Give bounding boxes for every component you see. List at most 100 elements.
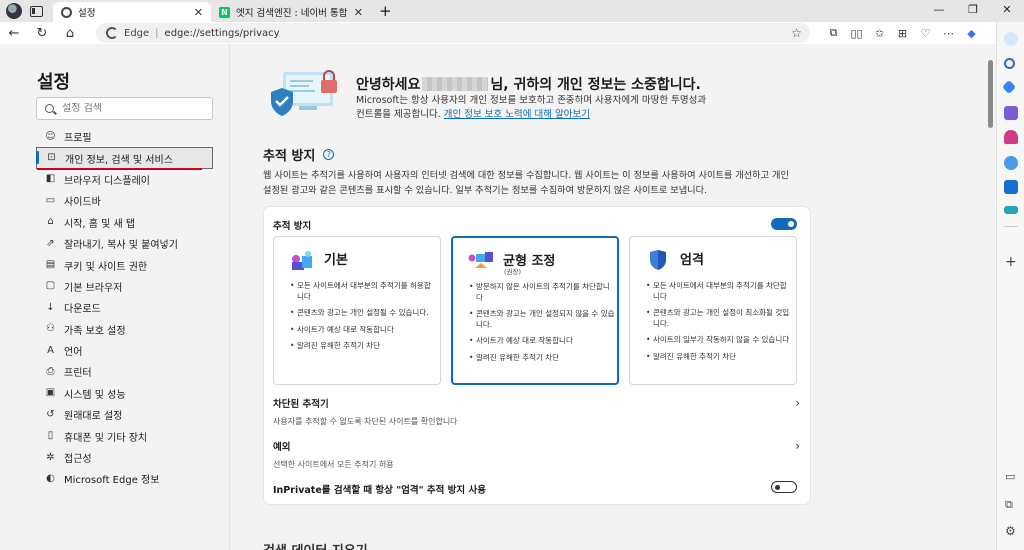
split-screen-icon[interactable]: ▯▯ bbox=[845, 27, 868, 40]
close-tab-icon[interactable]: ✕ bbox=[194, 6, 203, 19]
copilot-sidebar-icon[interactable] bbox=[1004, 32, 1018, 46]
sidebar-item-about[interactable]: ◐ Microsoft Edge 정보 bbox=[36, 468, 213, 489]
sidebar-item-phone[interactable]: ▯ 휴대폰 및 기타 장치 bbox=[36, 425, 213, 446]
option-bullet: 방문하지 않은 사이트의 추적기를 차단합니다 bbox=[469, 282, 615, 303]
favorites-icon[interactable]: ✩ bbox=[868, 27, 891, 40]
settings-title: 설정 bbox=[37, 72, 71, 93]
back-icon[interactable]: ← bbox=[0, 26, 28, 41]
copilot-icon[interactable]: ◆ bbox=[960, 27, 983, 40]
cookie-icon: ▤ bbox=[45, 259, 56, 271]
inprivate-strict-row: InPrivate를 검색할 때 항상 "엄격" 추적 방지 사용 bbox=[273, 482, 800, 496]
sidebar-item-accessibility[interactable]: ✲ 접근성 bbox=[36, 447, 213, 468]
tracking-option-basic[interactable]: 기본 모든 사이트에서 대부분의 추적기를 허용합니다 콘텐츠와 광고는 개인 … bbox=[273, 236, 441, 385]
option-bullet: 콘텐츠와 광고는 개인 설정될 수 있습니다. bbox=[290, 308, 436, 319]
shopping-icon[interactable] bbox=[1001, 79, 1017, 95]
sidebar-item-label: 언어 bbox=[64, 347, 83, 359]
tab-strip: 설정 ✕ N 엣지 검색엔진 : 네이버 통합검색 ✕ + — ❐ ✕ bbox=[0, 0, 1024, 22]
tab-title: 설정 bbox=[78, 8, 96, 19]
collections-icon[interactable]: ⊞ bbox=[891, 27, 914, 40]
blocked-trackers-row[interactable]: 차단된 추적기 사용자를 추적할 수 없도록 차단된 사이트를 확인합니다 › bbox=[273, 396, 800, 427]
outlook-icon[interactable] bbox=[1004, 180, 1018, 194]
row-description: 사용자를 추적할 수 없도록 차단된 사이트를 확인합니다 bbox=[273, 417, 458, 426]
settings-content: 안녕하세요 님, 귀하의 개인 정보는 소중합니다. Microsoft는 항상… bbox=[231, 44, 988, 550]
download-icon: ↓ bbox=[46, 301, 55, 313]
close-window-icon[interactable]: ✕ bbox=[990, 0, 1024, 22]
tab-title: 엣지 검색엔진 : 네이버 통합검색 bbox=[236, 8, 348, 19]
sidebar-item-sidebar[interactable]: ▭ 사이드바 bbox=[36, 190, 213, 211]
appearance-icon: ◧ bbox=[45, 173, 56, 185]
inprivate-strict-toggle[interactable] bbox=[771, 481, 797, 493]
search-icon[interactable] bbox=[1004, 58, 1015, 69]
more-menu-icon[interactable]: ⋯ bbox=[937, 27, 960, 40]
option-bullet: 사이트의 일부가 작동하지 않을 수 있습니다 bbox=[646, 335, 792, 346]
games-icon[interactable] bbox=[1004, 130, 1018, 144]
sidebar-item-printers[interactable]: ⎙ 프린터 bbox=[36, 361, 213, 382]
sidebar-item-label: 개인 정보, 검색 및 서비스 bbox=[65, 154, 173, 166]
tracking-prevention-card: 추적 방지 기본 모든 사이트에서 대부분의 추적기를 허용합니다 콘텐츠와 광… bbox=[264, 207, 810, 504]
drop-icon[interactable] bbox=[1004, 206, 1018, 214]
refresh-icon[interactable]: ↻ bbox=[28, 26, 56, 41]
open-external-icon[interactable]: ⧉ bbox=[1005, 498, 1013, 512]
tracking-prevention-toggle[interactable] bbox=[771, 218, 797, 230]
privacy-learn-more-link[interactable]: 개인 정보 보호 노력에 대해 알아보기 bbox=[444, 109, 590, 120]
tab-settings[interactable]: 설정 ✕ bbox=[53, 2, 211, 22]
new-tab-button[interactable]: + bbox=[371, 2, 400, 22]
sidebar-item-share-copy-paste[interactable]: ⇗ 잘라내기, 복사 및 붙여넣기 bbox=[36, 233, 213, 254]
settings-search-input[interactable] bbox=[62, 103, 202, 114]
sidebar-item-cookies[interactable]: ▤ 쿠키 및 사이트 권한 bbox=[36, 254, 213, 275]
help-icon[interactable]: ? bbox=[323, 149, 335, 160]
address-separator: | bbox=[155, 27, 159, 39]
add-sidebar-app-icon[interactable]: + bbox=[1005, 254, 1017, 270]
edge-sidebar: + ▭ ⧉ ⚙ bbox=[996, 22, 1024, 550]
home-icon[interactable]: ⌂ bbox=[56, 26, 84, 41]
sidebar-item-profile[interactable]: ☺ 프로필 bbox=[36, 126, 213, 147]
favorite-star-icon[interactable]: ☆ bbox=[791, 26, 802, 40]
language-icon: A bbox=[47, 344, 54, 356]
sidebar-item-label: 기본 브라우저 bbox=[64, 282, 123, 294]
tab-naver-search[interactable]: N 엣지 검색엔진 : 네이버 통합검색 ✕ bbox=[211, 2, 371, 22]
exceptions-row[interactable]: 예외 선택한 사이트에서 모든 추적기 허용 › bbox=[273, 439, 800, 470]
tools-icon[interactable] bbox=[1004, 106, 1018, 120]
settings-search[interactable] bbox=[36, 97, 213, 120]
sidebar-item-family[interactable]: ⚇ 가족 보호 설정 bbox=[36, 319, 213, 340]
workspaces-icon[interactable] bbox=[30, 5, 43, 17]
microsoft-365-icon[interactable] bbox=[1004, 156, 1018, 170]
sidebar-item-appearance[interactable]: ◧ 브라우저 디스플레이 bbox=[36, 169, 213, 190]
sidebar-item-system[interactable]: ▣ 시스템 및 성능 bbox=[36, 383, 213, 404]
browser-icon: ▢ bbox=[45, 280, 56, 292]
profile-icon: ☺ bbox=[45, 130, 56, 142]
restore-icon[interactable]: ❐ bbox=[956, 0, 990, 22]
tracking-prevention-title: 추적 방지 ? bbox=[263, 145, 335, 164]
close-tab-icon[interactable]: ✕ bbox=[354, 6, 363, 19]
option-bullets: 방문하지 않은 사이트의 추적기를 차단합니다 콘텐츠와 광고는 개인 설정되지… bbox=[469, 282, 615, 369]
tracking-option-strict[interactable]: 엄격 모든 사이트에서 대부분의 추적기를 차단합니다 콘텐츠와 광고는 개인 … bbox=[629, 236, 797, 385]
option-bullet: 모든 사이트에서 대부분의 추적기를 허용합니다 bbox=[290, 281, 436, 302]
profile-avatar[interactable] bbox=[6, 3, 22, 19]
address-brand: Edge bbox=[124, 27, 150, 39]
option-title: 엄격 bbox=[680, 253, 704, 268]
family-icon: ⚇ bbox=[46, 323, 55, 335]
sidebar-item-languages[interactable]: A 언어 bbox=[36, 340, 213, 361]
sidebar-item-start-home[interactable]: ⌂ 시작, 홈 및 새 탭 bbox=[36, 212, 213, 233]
sidebar-item-privacy[interactable]: ⊡ 개인 정보, 검색 및 서비스 bbox=[36, 147, 213, 169]
sidebar-item-reset[interactable]: ↺ 원래대로 설정 bbox=[36, 404, 213, 425]
tracking-option-balanced[interactable]: 균형 조정 (권장) 방문하지 않은 사이트의 추적기를 차단합니다 콘텐츠와 … bbox=[451, 236, 619, 385]
sidebar-item-downloads[interactable]: ↓ 다운로드 bbox=[36, 297, 213, 318]
scrollbar-thumb[interactable] bbox=[988, 60, 993, 128]
sidebar-item-default-browser[interactable]: ▢ 기본 브라우저 bbox=[36, 276, 213, 297]
lock-icon: ⊡ bbox=[47, 152, 56, 164]
sidebar-item-label: 시작, 홈 및 새 탭 bbox=[64, 218, 136, 230]
reset-icon: ↺ bbox=[46, 408, 55, 420]
browser-essentials-icon[interactable]: ♡ bbox=[914, 27, 937, 40]
sidebar-item-label: 시스템 및 성능 bbox=[64, 389, 126, 401]
extensions-icon[interactable]: ⧉ bbox=[822, 26, 845, 40]
option-bullet: 알려진 유해한 추적기 차단 bbox=[290, 341, 436, 352]
option-title: 기본 bbox=[324, 253, 348, 268]
minimize-icon[interactable]: — bbox=[922, 0, 956, 22]
row-title: 차단된 추적기 bbox=[273, 399, 329, 410]
sidebar-settings-gear-icon[interactable]: ⚙ bbox=[1005, 524, 1016, 538]
sidebar-layout-icon[interactable]: ▭ bbox=[1005, 470, 1015, 483]
home-icon: ⌂ bbox=[47, 216, 54, 228]
privacy-intro: Microsoft는 항상 사용자의 개인 정보를 보호하고 존중하며 사용자에… bbox=[356, 94, 716, 122]
address-bar[interactable]: Edge | edge://settings/privacy ☆ bbox=[96, 23, 810, 43]
